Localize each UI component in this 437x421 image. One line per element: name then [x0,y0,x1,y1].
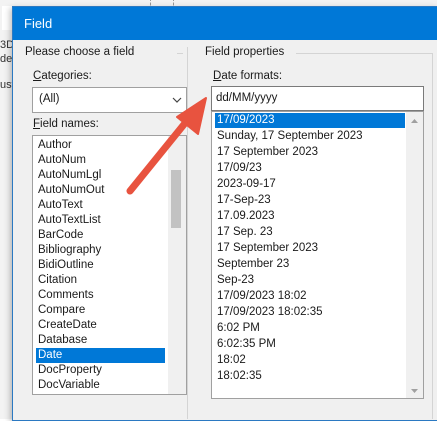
group-separator [187,47,188,419]
categories-label: Categories: [33,70,92,82]
date-formats-label-rest: ate formats: [221,70,283,82]
field-names-label-accel: F [33,118,41,130]
categories-label-rest: ategories: [41,70,92,82]
format-item[interactable]: September 23 [215,257,289,272]
field-names-label: Field names: [33,118,99,130]
format-item[interactable]: 17.09.2023 [215,209,275,224]
format-item[interactable]: Sunday, 17 September 2023 [215,129,363,144]
format-item[interactable]: 17/09/23 [215,161,262,176]
list-item[interactable]: AutoNum [36,153,86,168]
date-format-input[interactable]: dd/MM/yyyy [211,86,424,111]
field-names-scroll-thumb[interactable] [171,170,181,228]
field-names-label-rest: ield names: [40,118,99,130]
right-group-divider [296,53,432,54]
right-group-legend: Field properties [205,46,285,58]
format-item[interactable]: 6:02 PM [215,321,260,336]
triangle-down-icon[interactable] [406,384,423,398]
field-names-scrollbar[interactable] [168,136,186,394]
list-item[interactable]: AutoTextList [36,213,101,228]
categories-combo[interactable]: (All) [32,87,187,113]
date-format-value: dd/MM/yyyy [216,92,278,104]
list-item[interactable]: AutoText [36,198,83,213]
format-item[interactable]: 17/09/2023 18:02:35 [215,305,323,320]
left-group-divider [177,53,183,54]
format-item[interactable]: 18:02 [215,353,246,368]
dialog-titlebar[interactable]: Field [13,7,437,40]
list-item[interactable]: AutoNumLgl [36,168,101,183]
format-item[interactable]: 6:02:35 PM [215,337,276,352]
list-item[interactable]: DocVariable [36,378,100,393]
list-item[interactable]: DocProperty [36,363,102,378]
format-item[interactable]: 17 Sep. 23 [215,225,273,240]
list-item[interactable]: BarCode [36,228,83,243]
dialog-title: Field [24,16,53,31]
list-item[interactable]: Citation [36,273,77,288]
list-item[interactable]: CreateDate [36,318,97,333]
format-item[interactable]: Sep-23 [215,273,254,288]
date-formats-scrollbar[interactable] [406,112,423,398]
list-item[interactable]: BidiOutline [36,258,94,273]
date-formats-label: Date formats: [213,70,282,82]
list-item[interactable]: Compare [36,303,85,318]
field-names-list[interactable]: Author AutoNum AutoNumLgl AutoNumOut Aut… [32,135,187,395]
field-dialog: Field Please choose a field Categories: … [12,6,437,421]
date-formats-list[interactable]: 17/09/2023 Sunday, 17 September 2023 17 … [211,111,424,399]
format-item[interactable]: 2023-09-17 [215,177,276,192]
list-item[interactable]: Comments [36,288,94,303]
list-item-selected[interactable]: Date [36,348,165,363]
format-item[interactable]: 17-Sep-23 [215,193,271,208]
list-item[interactable]: AutoNumOut [36,183,104,198]
chevron-down-icon[interactable] [168,88,186,112]
list-item[interactable]: Author [36,138,72,153]
categories-value: (All) [39,93,60,105]
triangle-up-icon[interactable] [406,114,423,128]
list-item[interactable]: Bibliography [36,243,101,258]
format-item[interactable]: 17/09/2023 18:02 [215,289,307,304]
format-item-selected[interactable]: 17/09/2023 [215,113,405,128]
format-item[interactable]: 17 September 2023 [215,241,318,256]
format-item[interactable]: 18:02:35 [215,369,262,384]
left-group-legend: Please choose a field [25,46,135,58]
right-group-border [432,53,433,419]
format-item[interactable]: 17 September 2023 [215,145,318,160]
list-item[interactable]: Database [36,333,87,348]
